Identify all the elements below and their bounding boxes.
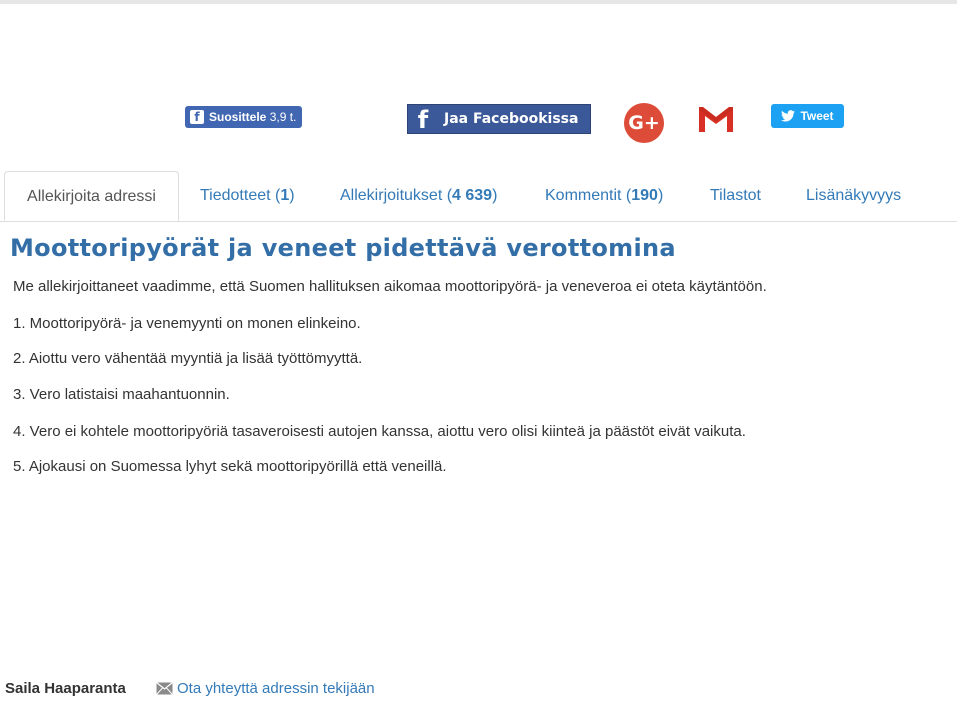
- contact-author-link[interactable]: Ota yhteyttä adressin tekijään: [156, 680, 375, 697]
- gmail-icon: [698, 105, 734, 133]
- envelope-icon: [156, 682, 173, 695]
- petition-title: Moottoripyörät ja veneet pidettävä verot…: [10, 234, 676, 262]
- tab-label: Allekirjoitukset (: [340, 187, 453, 204]
- tab-label: Tiedotteet (: [200, 187, 281, 204]
- tab-label: Kommentit (: [545, 187, 632, 204]
- tab-label-suffix: ): [657, 187, 664, 204]
- facebook-icon: f: [417, 106, 429, 134]
- petition-point: 2. Aiottu vero vähentää myyntiä ja lisää…: [13, 350, 363, 367]
- petition-tabs: Allekirjoita adressi Tiedotteet (1) Alle…: [0, 171, 957, 222]
- tab-count: 1: [280, 187, 290, 204]
- facebook-share-button[interactable]: f Jaa Facebookissa: [407, 104, 591, 134]
- tweet-label: Tweet: [800, 109, 834, 123]
- recommend-label: Suosittele: [209, 110, 267, 124]
- facebook-icon: f: [190, 110, 204, 124]
- tab-label: Tilastot: [710, 187, 761, 204]
- petition-point: 1. Moottoripyörä- ja venemyynti on monen…: [13, 315, 361, 332]
- petition-point: 4. Vero ei kohtele moottoripyöriä tasave…: [13, 423, 746, 440]
- tab-comments[interactable]: Kommentit (190): [545, 171, 663, 221]
- facebook-share-label: Jaa Facebookissa: [444, 111, 579, 127]
- tweet-button[interactable]: Tweet: [771, 104, 844, 128]
- tab-sign[interactable]: Allekirjoita adressi: [4, 171, 179, 221]
- tab-label: Lisänäkyvyys: [806, 187, 902, 204]
- tab-count: 4 639: [452, 187, 493, 204]
- twitter-bird-icon: [781, 110, 796, 122]
- google-plus-icon: G+: [628, 112, 660, 134]
- petition-point: 3. Vero latistaisi maahantuonnin.: [13, 386, 230, 403]
- tab-label-suffix: ): [492, 187, 498, 204]
- petition-intro: Me allekirjoittaneet vaadimme, että Suom…: [13, 278, 767, 295]
- google-plus-share-button[interactable]: G+: [624, 103, 664, 143]
- tab-label: Allekirjoita adressi: [27, 188, 156, 205]
- tab-count: 190: [631, 187, 658, 204]
- contact-author-label: Ota yhteyttä adressin tekijään: [177, 680, 375, 697]
- top-border: [0, 0, 957, 4]
- tab-signatures[interactable]: Allekirjoitukset (4 639): [340, 171, 497, 221]
- petition-point: 5. Ajokausi on Suomessa lyhyt sekä moott…: [13, 458, 447, 475]
- petition-author: Saila Haaparanta: [5, 680, 126, 697]
- tab-announcements[interactable]: Tiedotteet (1): [200, 171, 295, 221]
- tab-visibility[interactable]: Lisänäkyvyys: [806, 171, 901, 221]
- tab-statistics[interactable]: Tilastot: [710, 171, 761, 221]
- gmail-share-button[interactable]: [696, 103, 736, 135]
- facebook-recommend-button[interactable]: f Suosittele 3,9 t.: [185, 106, 303, 128]
- recommend-count: 3,9 t.: [269, 110, 297, 124]
- tab-label-suffix: ): [289, 187, 295, 204]
